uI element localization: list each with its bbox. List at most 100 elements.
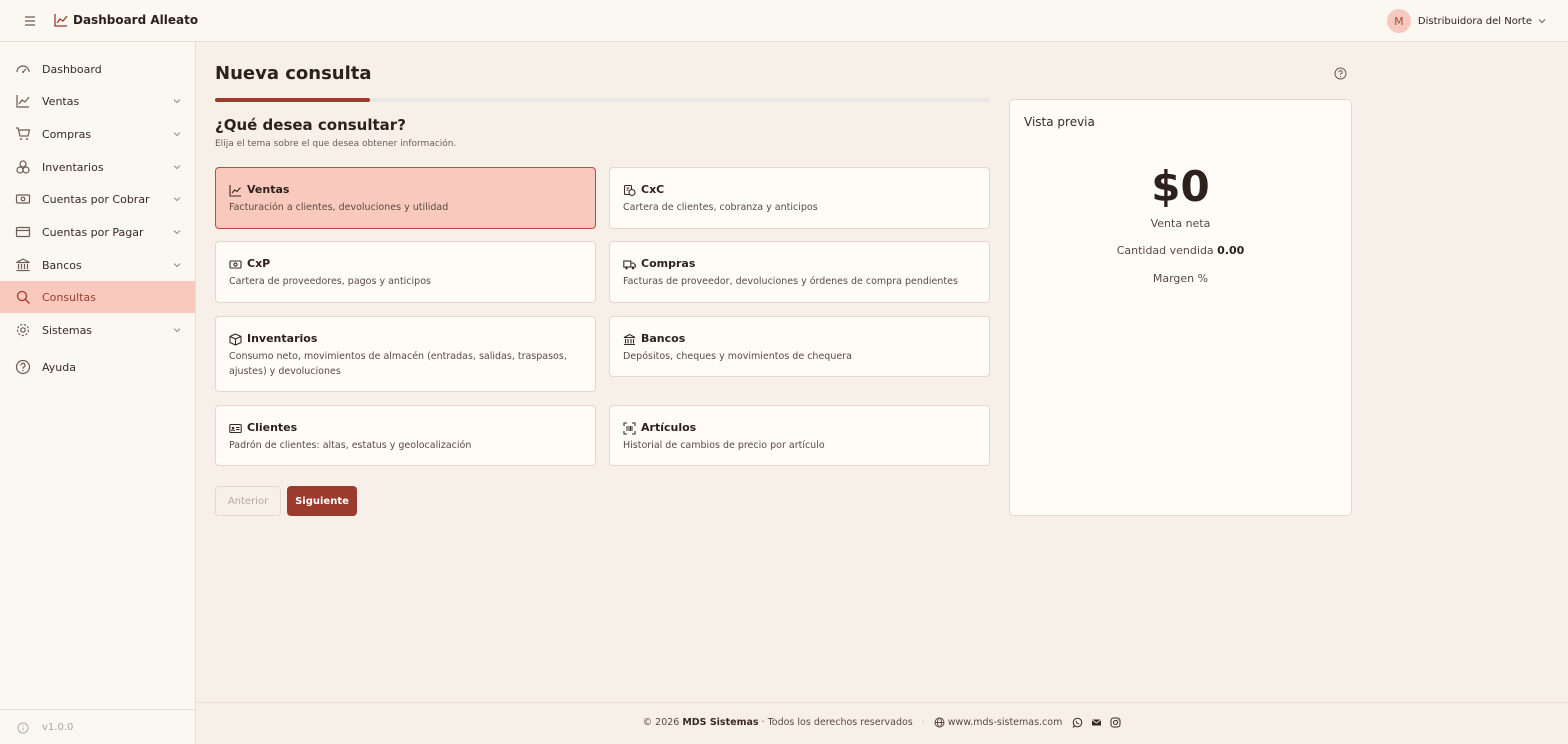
help-circle-icon[interactable] [1334,67,1347,80]
trending-up-icon [54,14,68,27]
sidebar-item-label: Compras [42,127,92,141]
sidebar-item-label: Cuentas por Pagar [42,225,144,239]
card-description: Consumo neto, movimientos de almacén (en… [229,351,567,377]
chevron-down-icon [173,230,181,235]
card-description: Padrón de clientes: altas, estatus y geo… [229,440,472,451]
topic-card-cxc[interactable]: CxC Cartera de clientes, cobranza y anti… [609,167,990,229]
truck-icon [623,260,636,270]
sidebar-item-label: Dashboard [42,62,102,76]
chevron-down-icon [173,328,181,333]
sidebar-item-dashboard[interactable]: Dashboard [0,53,195,85]
sidebar-item-compras[interactable]: Compras [0,118,195,150]
page-title: Nueva consulta [215,63,372,84]
topic-card-bancos[interactable]: Bancos Depósitos, cheques y movimientos … [609,316,990,377]
preview-title: Vista previa [1024,115,1095,129]
next-button[interactable]: Siguiente [287,486,357,516]
package-icon [229,333,242,346]
sidebar-item-cuentas-por-cobrar[interactable]: Cuentas por Cobrar [0,183,195,215]
preview-quantity: Cantidad vendida 0.00 [1010,244,1351,257]
preview-value: $0 [1151,162,1210,211]
user-name: Distribuidora del Norte [1417,15,1532,27]
question-subtitle: Elija el tema sobre el que desea obtener… [215,139,457,149]
instagram-icon[interactable] [1110,717,1121,728]
money-icon [15,194,31,204]
footer-brand: MDS Sistemas [682,717,759,728]
bank-icon [16,258,30,272]
top-bar: Dashboard Alleato M Distribuidora del No… [0,0,1568,42]
card-title: CxC [641,183,665,196]
card-description: Depósitos, cheques y movimientos de cheq… [623,351,852,362]
sidebar-item-consultas[interactable]: Consultas [0,281,195,313]
credit-card-icon [15,226,31,238]
barcode-scan-icon [623,422,636,435]
globe-icon [934,717,945,728]
sidebar: Dashboard Ventas Compras Inventarios Cue… [0,42,196,744]
topic-card-clientes[interactable]: Clientes Padrón de clientes: altas, esta… [215,405,596,466]
preview-panel: Vista previa $0 Venta neta Cantidad vend… [1009,99,1352,516]
preview-quantity-label: Cantidad vendida [1116,244,1214,257]
sidebar-item-cuentas-por-pagar[interactable]: Cuentas por Pagar [0,216,195,248]
chevron-down-icon [173,132,181,137]
topic-card-compras[interactable]: Compras Facturas de proveedor, devolucio… [609,241,990,303]
sidebar-item-label: Bancos [42,258,82,272]
preview-value-label: Venta neta [1150,217,1211,230]
footer-copyright-suffix: · Todos los derechos reservados [761,717,913,728]
mail-icon[interactable] [1091,717,1102,728]
search-icon [16,290,30,304]
footer-separator: · [921,717,925,728]
previous-button[interactable]: Anterior [215,486,281,516]
user-menu[interactable]: M Distribuidora del Norte [1386,9,1546,33]
cart-icon [16,127,31,140]
app-title: Dashboard Alleato [73,13,199,27]
sidebar-item-ventas[interactable]: Ventas [0,85,195,117]
sidebar-item-sistemas[interactable]: Sistemas [0,314,195,346]
bank-icon [623,333,636,346]
topic-card-inventarios[interactable]: Inventarios Consumo neto, movimientos de… [215,316,596,392]
help-circle-icon [15,359,31,375]
trending-up-icon [229,185,241,197]
version-label: v1.0.0 [42,722,74,733]
topic-card-articulos[interactable]: Artículos Historial de cambios de precio… [609,405,990,466]
topic-card-cxp[interactable]: CxP Cartera de proveedores, pagos y anti… [215,241,596,303]
sidebar-item-label: Consultas [42,290,96,304]
chevron-down-icon [1538,19,1546,24]
sidebar-item-label: Ventas [42,94,80,108]
card-title: Compras [641,257,696,270]
card-title: Inventarios [247,332,318,345]
chevron-down-icon [173,197,181,202]
footer-website-link[interactable]: www.mds-sistemas.com [948,717,1063,728]
sidebar-item-label: Sistemas [42,323,93,337]
footer-copyright-prefix: © 2026 [642,717,680,728]
sidebar-item-ayuda[interactable]: Ayuda [0,351,195,383]
id-card-icon [229,423,242,434]
version-info: v1.0.0 [0,709,195,744]
receipt-icon [623,184,636,197]
menu-icon[interactable] [22,13,38,29]
chevron-down-icon [173,263,181,268]
card-description: Cartera de clientes, cobranza y anticipo… [623,202,818,213]
sidebar-item-label: Inventarios [42,160,104,174]
question-heading: ¿Qué desea consultar? [215,116,406,134]
info-icon [17,722,29,734]
card-title: CxP [247,257,271,270]
card-title: Clientes [247,421,298,434]
gauge-icon [16,65,30,73]
whatsapp-icon[interactable] [1072,717,1083,728]
gear-icon [16,323,30,337]
card-description: Historial de cambios de precio por artíc… [623,440,825,451]
step-progress-fill [215,98,370,102]
footer: © 2026 MDS Sistemas · Todos los derechos… [196,702,1568,744]
card-title: Bancos [641,332,686,345]
preview-quantity-value: 0.00 [1217,244,1245,257]
card-title: Artículos [641,421,697,434]
chevron-down-icon [173,165,181,170]
card-title: Ventas [247,183,290,196]
boxes-icon [16,160,30,174]
sidebar-item-inventarios[interactable]: Inventarios [0,151,195,183]
topic-card-ventas[interactable]: Ventas Facturación a clientes, devolucio… [215,167,596,229]
trending-up-icon [16,95,30,108]
sidebar-item-bancos[interactable]: Bancos [0,249,195,281]
avatar: M [1386,9,1411,33]
card-description: Facturación a clientes, devoluciones y u… [229,202,449,213]
money-icon [229,260,242,269]
